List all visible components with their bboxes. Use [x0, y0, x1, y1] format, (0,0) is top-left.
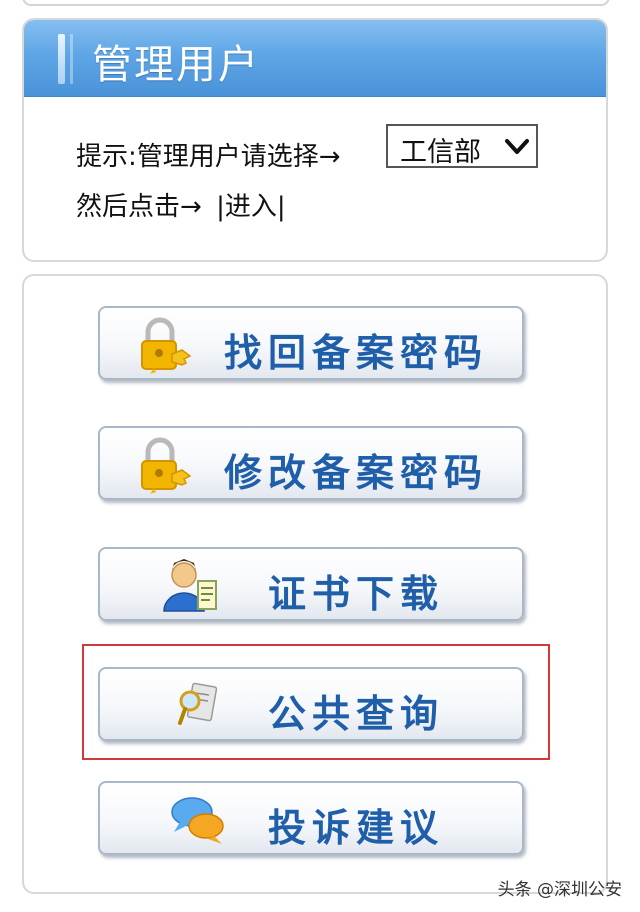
chat-bubbles-icon: [171, 797, 224, 844]
department-select[interactable]: 工信部: [386, 124, 538, 168]
enter-tip-text: 然后点击→: [76, 192, 202, 222]
panel-title: 管理用户: [92, 42, 260, 88]
select-tip-text: 提示:管理用户请选择→: [76, 142, 341, 172]
user-certificate-icon: [163, 559, 217, 612]
previous-panel-edge: [22, 0, 610, 6]
button-label: 证书下载: [268, 572, 445, 616]
panel-header: 管理用户: [24, 20, 606, 97]
chevron-down-icon: [505, 139, 529, 154]
lock-key-icon: [141, 437, 192, 494]
highlight-box: [82, 644, 550, 760]
admin-user-panel: 管理用户 提示:管理用户请选择→ 工信部 然后点击→ |进入|: [22, 18, 608, 262]
watermark: 头条 @深圳公安: [497, 880, 622, 900]
enter-link[interactable]: |进入|: [216, 192, 286, 222]
button-label: 投诉建议: [268, 806, 445, 850]
certificate-download-button[interactable]: 证书下载: [98, 547, 524, 621]
department-select-value: 工信部: [400, 137, 481, 168]
recover-password-button[interactable]: 找回备案密码: [98, 306, 524, 380]
complaint-suggestion-button[interactable]: 投诉建议: [98, 781, 524, 855]
header-accent-line: [70, 34, 73, 84]
button-label: 找回备案密码: [224, 331, 489, 375]
button-label: 修改备案密码: [224, 451, 489, 495]
enter-tip-line: 然后点击→ |进入|: [76, 186, 286, 223]
services-panel: 找回备案密码 修改备案密码 证书下载 公共查询 投诉建议: [22, 274, 608, 894]
change-password-button[interactable]: 修改备案密码: [98, 426, 524, 500]
lock-key-icon: [141, 317, 192, 374]
header-accent-bar: [58, 34, 65, 84]
